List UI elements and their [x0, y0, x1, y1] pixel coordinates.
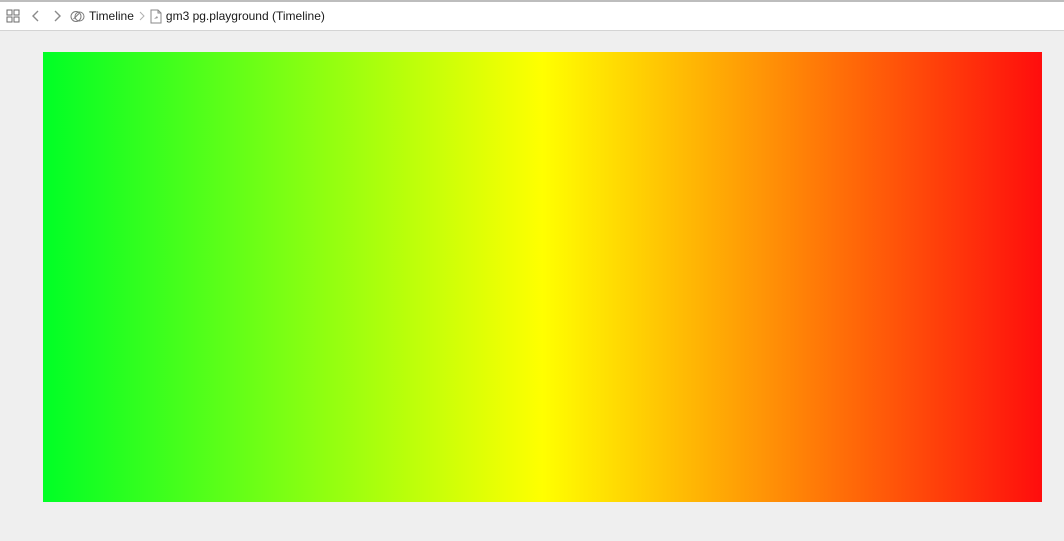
gradient-live-view — [43, 52, 1042, 502]
chevron-right-icon — [54, 10, 61, 22]
grid-icon — [6, 9, 20, 23]
breadcrumb: Timeline gm3 pg.playground (Timeline) — [70, 6, 325, 26]
timeline-assistant-icon — [70, 9, 85, 24]
breadcrumb-item-playground[interactable]: gm3 pg.playground (Timeline) — [150, 6, 325, 26]
jump-bar: Timeline gm3 pg.playground (Timeline) — [0, 2, 1064, 31]
chevron-left-icon — [32, 10, 39, 22]
breadcrumb-label: gm3 pg.playground (Timeline) — [165, 9, 325, 23]
forward-button[interactable] — [50, 6, 64, 26]
breadcrumb-label: Timeline — [89, 9, 134, 23]
back-button[interactable] — [29, 6, 43, 26]
related-items-button[interactable] — [5, 6, 21, 26]
breadcrumb-separator-icon — [139, 11, 145, 21]
breadcrumb-item-timeline[interactable]: Timeline — [70, 6, 134, 26]
playground-file-icon — [150, 9, 162, 24]
